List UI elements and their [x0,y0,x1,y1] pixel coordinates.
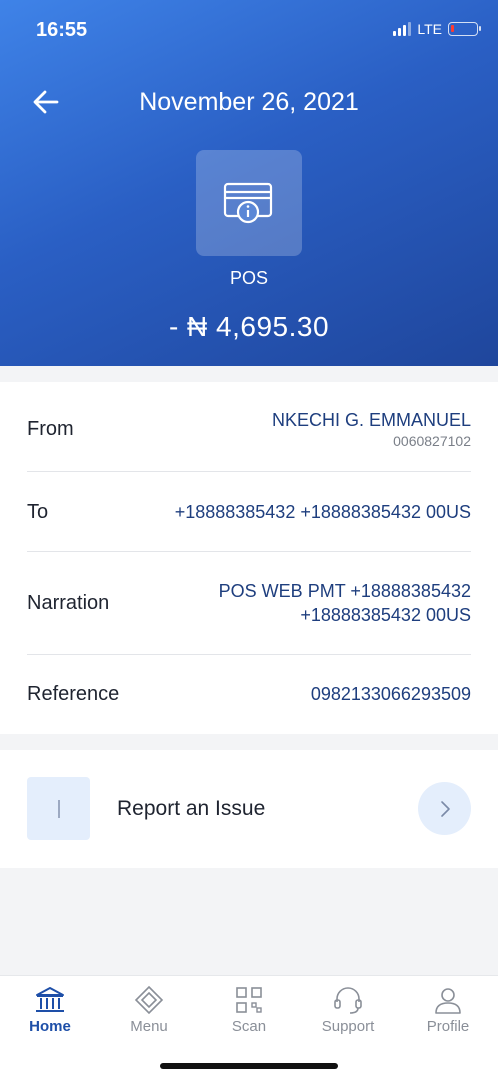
to-value: +18888385432 +18888385432 00US [174,502,471,522]
report-issue-button[interactable]: Report an Issue [0,750,498,868]
tab-label: Profile [426,1018,470,1035]
status-indicators: LTE [393,21,481,37]
pos-card-icon-tile [196,150,302,256]
person-icon [432,984,464,1016]
narration-line-1: POS WEB PMT +18888385432 [218,581,471,601]
narration-label: Narration [27,591,110,614]
report-issue-chevron[interactable] [418,782,471,835]
tab-label: Support [321,1018,375,1035]
battery-icon [448,22,481,36]
tab-label: Scan [231,1018,267,1035]
to-row: To +18888385432 +18888385432 00US [27,500,471,524]
home-indicator[interactable] [160,1063,338,1069]
card-info-icon [223,182,273,224]
exclamation-icon [57,799,60,818]
reference-value: 0982133066293509 [310,684,471,704]
from-row: From NKECHI G. EMMANUEL 0060827102 [27,408,471,450]
tab-menu[interactable]: Menu [99,984,199,1035]
status-time: 16:55 [36,19,88,41]
transaction-details: From NKECHI G. EMMANUEL 0060827102 To +1… [0,382,498,734]
bank-icon [34,984,66,1016]
page-title: November 26, 2021 [139,88,359,116]
from-name: NKECHI G. EMMANUEL [271,410,471,430]
tab-label: Home [29,1018,71,1035]
tab-scan[interactable]: Scan [199,984,299,1035]
qr-scan-icon [233,984,265,1016]
divider [27,654,471,655]
reference-label: Reference [27,682,120,705]
menu-diamond-icon [133,984,165,1016]
tab-home[interactable]: Home [0,984,100,1035]
to-label: To [27,500,49,523]
narration-line-2: +18888385432 00US [300,605,471,625]
tab-profile[interactable]: Profile [398,984,498,1035]
from-label: From [27,417,74,440]
tab-support[interactable]: Support [298,984,398,1035]
signal-icon [393,22,412,36]
reference-row: Reference 0982133066293509 [27,682,471,706]
transaction-type: POS [229,268,268,288]
transaction-header: 16:55 LTE November 26, 2021 POS - ₦ 4,69… [0,0,498,366]
from-account: 0060827102 [393,433,471,449]
tab-label: Menu [130,1018,168,1035]
report-issue-label: Report an Issue [117,797,266,820]
narration-row: Narration POS WEB PMT +18888385432 +1888… [27,579,471,627]
network-label: LTE [417,21,442,37]
divider [27,471,471,472]
chevron-right-icon [440,800,450,817]
divider [27,551,471,552]
headset-icon [332,984,364,1016]
report-icon-tile [27,777,90,840]
transaction-amount: - ₦ 4,695.30 [168,311,330,342]
